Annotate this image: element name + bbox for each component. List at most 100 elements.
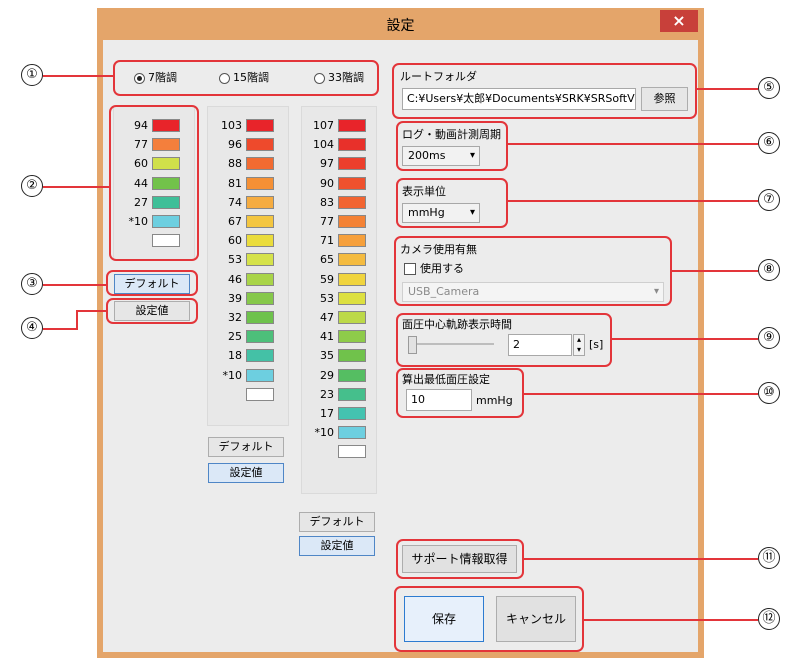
color-swatch[interactable]: [338, 195, 366, 209]
color-swatch[interactable]: [246, 195, 274, 209]
scale-row: 96: [204, 138, 274, 152]
color-swatch[interactable]: [246, 157, 274, 171]
color-swatch[interactable]: [246, 349, 274, 363]
chevron-down-icon: ▾: [653, 286, 659, 297]
scale-row: 44: [110, 176, 180, 191]
support-info-button[interactable]: サポート情報取得: [402, 545, 517, 573]
color-swatch[interactable]: [246, 311, 274, 324]
leader-line-9: [611, 338, 758, 340]
color-swatch[interactable]: [246, 215, 274, 228]
color-swatch[interactable]: [246, 330, 274, 344]
radio-33-label: 33階調: [328, 71, 364, 84]
close-button[interactable]: ×: [660, 10, 698, 32]
color-swatch[interactable]: [152, 215, 180, 228]
default-button-33[interactable]: デフォルト: [299, 512, 375, 532]
trajectory-spinner[interactable]: ▴ ▾: [573, 334, 585, 356]
root-folder-label: ルートフォルダ: [400, 70, 477, 83]
save-button[interactable]: 保存: [404, 596, 484, 642]
scale-value: 35: [320, 349, 334, 363]
color-swatch[interactable]: [246, 368, 274, 382]
color-swatch[interactable]: [338, 176, 366, 190]
scale-value: 32: [228, 311, 242, 324]
color-swatch[interactable]: [338, 387, 366, 401]
cancel-button[interactable]: キャンセル: [496, 596, 576, 642]
scale-value: 77: [134, 138, 148, 152]
color-swatch[interactable]: [338, 272, 366, 286]
scale-row: 77: [296, 215, 366, 229]
root-folder-input[interactable]: C:¥Users¥太郎¥Documents¥SRK¥SRSoftVisi: [402, 88, 636, 110]
use-camera-checkbox[interactable]: [404, 263, 416, 275]
color-swatch[interactable]: [338, 215, 366, 228]
color-swatch[interactable]: [246, 272, 274, 286]
scale-value: 44: [134, 176, 148, 190]
radio-33-levels[interactable]: [314, 73, 325, 84]
scale-row: 60: [204, 234, 274, 248]
camera-device-select[interactable]: USB_Camera ▾: [402, 282, 664, 302]
scale-row: 47: [296, 311, 366, 325]
spin-down-icon[interactable]: ▾: [574, 345, 584, 355]
color-swatch[interactable]: [338, 407, 366, 420]
scale-value: 81: [228, 176, 242, 190]
min-pressure-input[interactable]: 10: [406, 389, 472, 411]
color-swatch[interactable]: [246, 291, 274, 305]
color-swatch[interactable]: [152, 157, 180, 171]
scale-value: 18: [228, 349, 242, 363]
color-swatch[interactable]: [246, 176, 274, 190]
color-swatch[interactable]: [246, 387, 274, 401]
color-swatch[interactable]: [246, 253, 274, 267]
callout-2: ②: [21, 175, 43, 197]
color-swatch[interactable]: [152, 234, 180, 248]
setting-button-7[interactable]: 設定値: [114, 301, 190, 321]
scale-value: 77: [320, 215, 334, 228]
color-swatch[interactable]: [338, 253, 366, 267]
setting-button-33[interactable]: 設定値: [299, 536, 375, 556]
radio-15-levels[interactable]: [219, 73, 230, 84]
trajectory-slider-track[interactable]: [408, 343, 494, 345]
color-swatch[interactable]: [338, 157, 366, 171]
scale-value: 53: [228, 253, 242, 267]
color-swatch[interactable]: [338, 349, 366, 363]
leader-line-1: [43, 75, 114, 77]
color-swatch[interactable]: [338, 291, 366, 305]
default-button-15[interactable]: デフォルト: [208, 437, 284, 457]
callout-5: ⑤: [758, 77, 780, 99]
browse-button[interactable]: 参照: [641, 87, 688, 111]
min-pressure-unit: mmHg: [476, 394, 513, 407]
callout-6: ⑥: [758, 132, 780, 154]
scale-value: 27: [134, 195, 148, 209]
color-swatch[interactable]: [338, 426, 366, 440]
color-swatch[interactable]: [338, 311, 366, 324]
title-bar[interactable]: 設定 ×: [97, 8, 704, 40]
leader-line-4a: [43, 328, 78, 330]
default-button-7[interactable]: デフォルト: [114, 274, 190, 294]
color-swatch[interactable]: [246, 234, 274, 248]
scale-row: 17: [296, 407, 366, 421]
color-swatch[interactable]: [152, 119, 180, 132]
scale-row: 67: [204, 215, 274, 229]
scale-row: 27: [110, 195, 180, 210]
log-period-select[interactable]: 200ms ▾: [402, 146, 480, 166]
trajectory-slider-thumb[interactable]: [408, 336, 417, 354]
color-swatch[interactable]: [152, 195, 180, 209]
color-swatch[interactable]: [246, 138, 274, 152]
color-swatch[interactable]: [338, 234, 366, 248]
color-swatch[interactable]: [338, 138, 366, 152]
color-swatch[interactable]: [338, 368, 366, 382]
scale-row: 65: [296, 253, 366, 267]
setting-button-15[interactable]: 設定値: [208, 463, 284, 483]
display-unit-select[interactable]: mmHg ▾: [402, 203, 480, 223]
chevron-down-icon: ▾: [469, 207, 475, 218]
scale-row: 29: [296, 368, 366, 383]
color-swatch[interactable]: [152, 176, 180, 190]
color-swatch[interactable]: [338, 330, 366, 344]
scale-value: 94: [134, 119, 148, 132]
callout-11: ⑪: [758, 547, 780, 569]
color-swatch[interactable]: [338, 119, 366, 132]
spin-up-icon[interactable]: ▴: [574, 335, 584, 345]
color-swatch[interactable]: [246, 119, 274, 132]
radio-7-levels[interactable]: [134, 73, 145, 84]
color-swatch[interactable]: [152, 138, 180, 152]
scale-row: 35: [296, 349, 366, 363]
color-swatch[interactable]: [338, 445, 366, 459]
trajectory-input[interactable]: 2: [508, 334, 572, 356]
